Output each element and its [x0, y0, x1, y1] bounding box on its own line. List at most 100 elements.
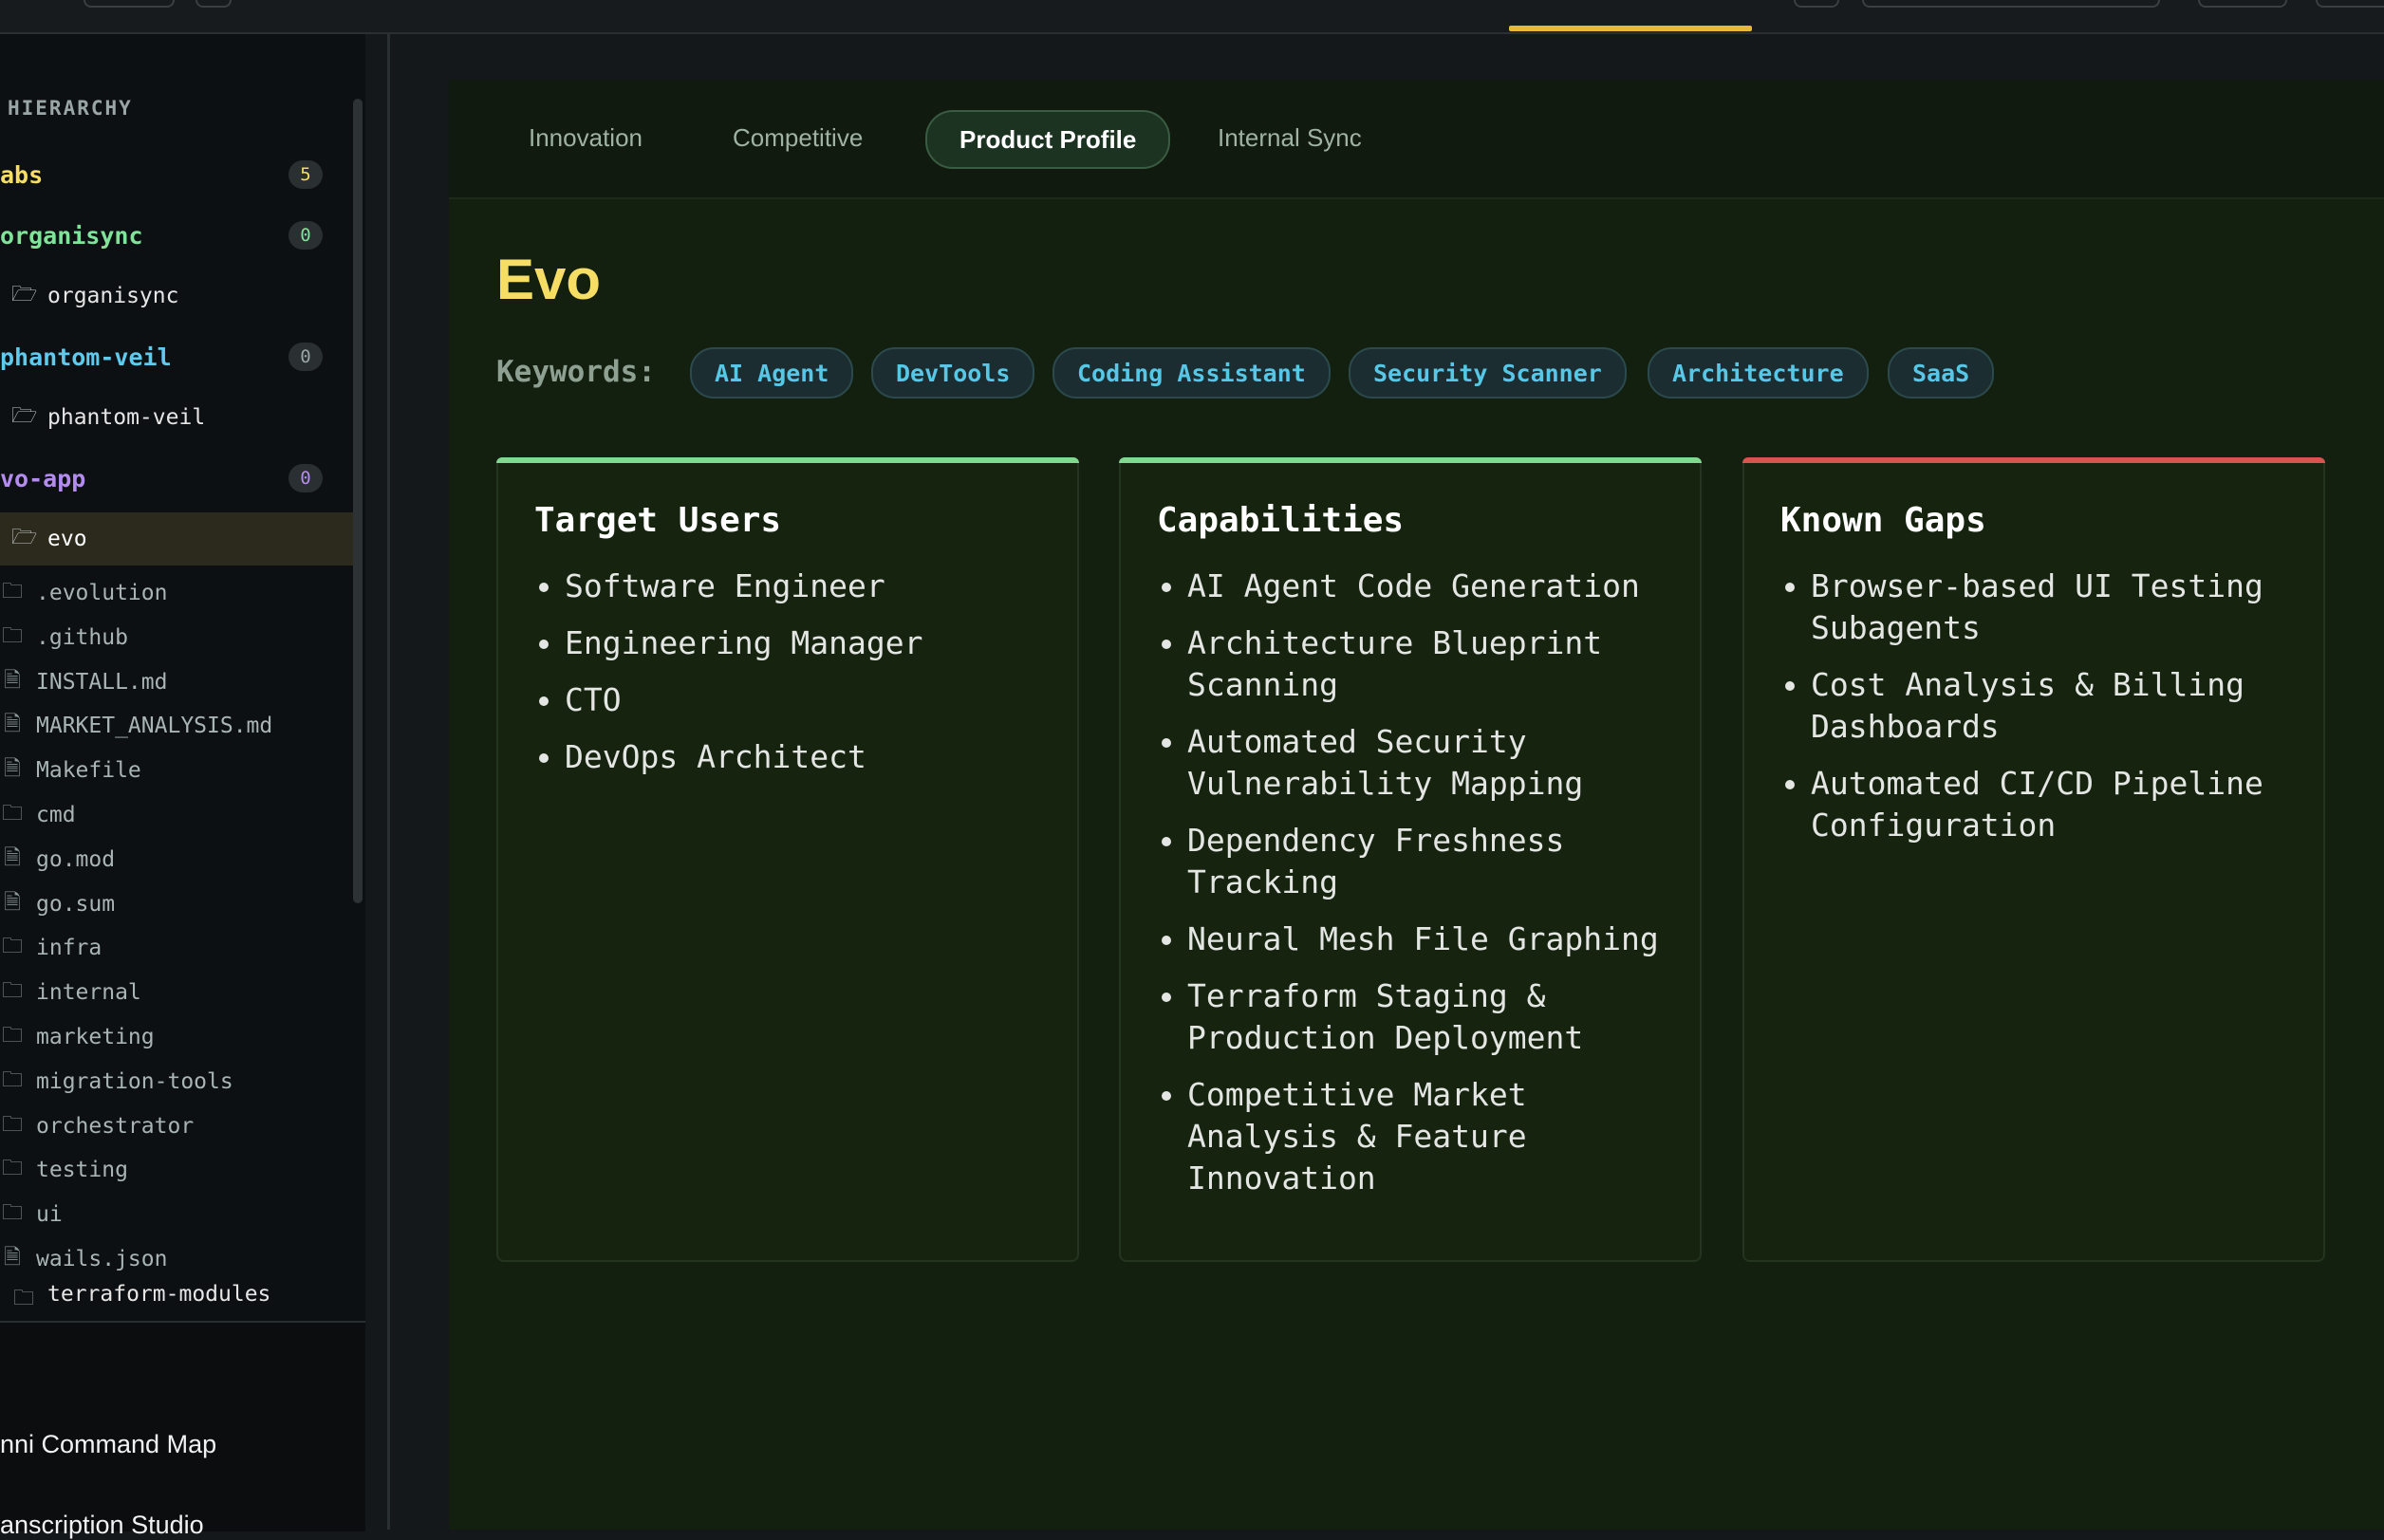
file-tree-label: wails.json [36, 1247, 168, 1271]
folder-open-icon: 🗁 [11, 283, 38, 306]
tree-group-label: phantom-veil [0, 343, 172, 371]
folder-open-icon: 🗁 [11, 404, 38, 428]
keyword-chip[interactable]: SaaS [1888, 347, 1995, 399]
file-tree-item[interactable]: 🗎 wails.json [0, 1237, 167, 1281]
top-bar-chip[interactable] [84, 0, 175, 8]
top-bar-chip[interactable] [2198, 0, 2287, 8]
sidebar-scrollbar[interactable] [353, 99, 363, 903]
file-tree-label: .evolution [36, 581, 168, 605]
file-icon: 🗎 [4, 713, 21, 737]
tree-item-label: evo [47, 527, 87, 551]
folder-icon: 🗀 [1, 623, 23, 648]
file-tree-label: Makefile [36, 758, 141, 784]
card-list-item: Neural Mesh File Graphing [1187, 918, 1688, 960]
tree-group-phantom-veil[interactable]: phantom-veil 0 [0, 330, 353, 383]
card-list-item: Browser-based UI Testing Subagents [1811, 566, 2312, 649]
file-tree-item[interactable]: 🗎 INSTALL.md [0, 660, 167, 704]
tree-item-organisync[interactable]: 🗁 organisync [11, 269, 364, 323]
top-bar-chip[interactable] [1794, 0, 1839, 8]
card-accent-bar [1119, 457, 1702, 463]
tab-product-profile[interactable]: Product Profile [925, 110, 1171, 169]
tree-item-phantom-veil[interactable]: 🗁 phantom-veil [11, 391, 364, 444]
top-bar-chip[interactable] [2316, 0, 2384, 8]
product-title: Evo [496, 248, 602, 311]
card-list: Browser-based UI Testing Subagents Cost A… [1780, 566, 2312, 862]
folder-icon: 🗀 [1, 979, 23, 1004]
file-tree-label: ui [36, 1202, 63, 1228]
top-bar-chip[interactable] [196, 0, 232, 8]
file-tree-label: marketing [36, 1025, 155, 1049]
file-tree-label: cmd [36, 803, 76, 827]
nav-transcription-studio[interactable]: anscription Studio [0, 1511, 204, 1540]
tree-group-vo-app[interactable]: vo-app 0 [0, 452, 353, 505]
count-badge: 5 [289, 160, 323, 189]
file-tree-label: go.mod [36, 846, 116, 872]
tree-group-label: abs [0, 160, 44, 189]
keyword-chip[interactable]: AI Agent [690, 347, 854, 399]
card-list-item: Competitive Market Analysis & Feature In… [1187, 1074, 1688, 1199]
keywords-label: Keywords: [496, 355, 656, 389]
folder-icon: 🗀 [12, 1286, 34, 1310]
tab-innovation[interactable]: Innovation [496, 110, 675, 165]
file-icon: 🗎 [4, 890, 21, 915]
file-tree-item[interactable]: 🗎 go.sum [0, 882, 115, 926]
file-tree-item[interactable]: 🗀 terraform-modules [11, 1282, 270, 1310]
top-bar [0, 0, 2384, 34]
file-tree-item[interactable]: 🗎 go.mod [0, 838, 115, 881]
file-tree-item[interactable]: 🗀 .evolution [0, 571, 168, 615]
tree-group-abs[interactable]: abs 5 [0, 148, 353, 201]
card-list-item: Terraform Staging & Production Deploymen… [1187, 975, 1688, 1059]
file-tree-label: MARKET_ANALYSIS.md [36, 714, 273, 739]
file-tree-item[interactable]: 🗀 migration-tools [0, 1060, 233, 1104]
card-list: AI Agent Code Generation Architecture Blu… [1157, 566, 1688, 1215]
keyword-chip[interactable]: Coding Assistant [1052, 347, 1331, 399]
file-tree-item[interactable]: 🗀 internal [0, 971, 141, 1014]
product-panel: Innovation Competitive Product Profile I… [449, 80, 2384, 1530]
tree-group-label: vo-app [0, 464, 86, 492]
count-badge: 0 [289, 343, 323, 371]
count-badge: 0 [289, 221, 323, 250]
keyword-chip[interactable]: DevTools [871, 347, 1035, 399]
tree-item-label: phantom-veil [47, 405, 206, 430]
file-tree-item[interactable]: 🗀 ui [0, 1193, 63, 1236]
file-icon: 🗎 [4, 1246, 21, 1270]
file-tree-item[interactable]: 🗀 cmd [0, 793, 76, 837]
file-tree-label: internal [36, 980, 141, 1006]
folder-icon: 🗀 [1, 1112, 23, 1137]
nav-command-map[interactable]: nni Command Map [0, 1430, 216, 1459]
folder-icon: 🗀 [1, 802, 23, 826]
folder-icon: 🗀 [1, 1067, 23, 1092]
card-title: Capabilities [1157, 501, 1405, 540]
card-target-users: Target Users Software Engineer Engineerin… [496, 457, 1079, 1262]
file-tree-item[interactable]: 🗀 orchestrator [0, 1104, 194, 1148]
sidebar-bottom-nav: nni Command Map anscription Studio [0, 1321, 365, 1539]
tree-group-organisync[interactable]: organisync 0 [0, 209, 353, 262]
active-tab-indicator [1509, 26, 1752, 31]
tab-internal-sync[interactable]: Internal Sync [1185, 110, 1394, 165]
file-tree-label: testing [36, 1158, 128, 1183]
card-known-gaps: Known Gaps Browser-based UI Testing Suba… [1742, 457, 2325, 1262]
tab-bar: Innovation Competitive Product Profile I… [449, 80, 2384, 199]
folder-open-icon: 🗁 [11, 526, 38, 549]
keyword-chip[interactable]: Architecture [1648, 347, 1869, 399]
file-tree-item[interactable]: 🗀 infra [0, 926, 102, 970]
file-tree-label: migration-tools [36, 1068, 233, 1094]
top-bar-chip[interactable] [1862, 0, 2160, 8]
card-list-item: AI Agent Code Generation [1187, 566, 1688, 607]
file-tree-item[interactable]: 🗀 .github [0, 616, 128, 659]
tab-competitive[interactable]: Competitive [700, 110, 895, 165]
keyword-chip[interactable]: Security Scanner [1349, 347, 1627, 399]
folder-icon: 🗀 [1, 935, 23, 959]
file-icon: 🗎 [4, 757, 21, 782]
tree-group-label: organisync [0, 221, 143, 250]
file-tree-item[interactable]: 🗎 MARKET_ANALYSIS.md [0, 704, 272, 748]
file-tree-item[interactable]: 🗀 testing [0, 1148, 128, 1192]
file-tree-item[interactable]: 🗎 Makefile [0, 749, 141, 792]
card-accent-bar [1742, 457, 2325, 463]
card-list-item: CTO [565, 679, 1066, 721]
card-list-item: Dependency Freshness Tracking [1187, 820, 1688, 903]
file-tree-item[interactable]: 🗀 marketing [0, 1015, 155, 1059]
card-list: Software Engineer Engineering Manager CTO D… [534, 566, 1066, 793]
tree-item-evo[interactable]: 🗁 evo [0, 512, 353, 566]
card-list-item: Software Engineer [565, 566, 1066, 607]
